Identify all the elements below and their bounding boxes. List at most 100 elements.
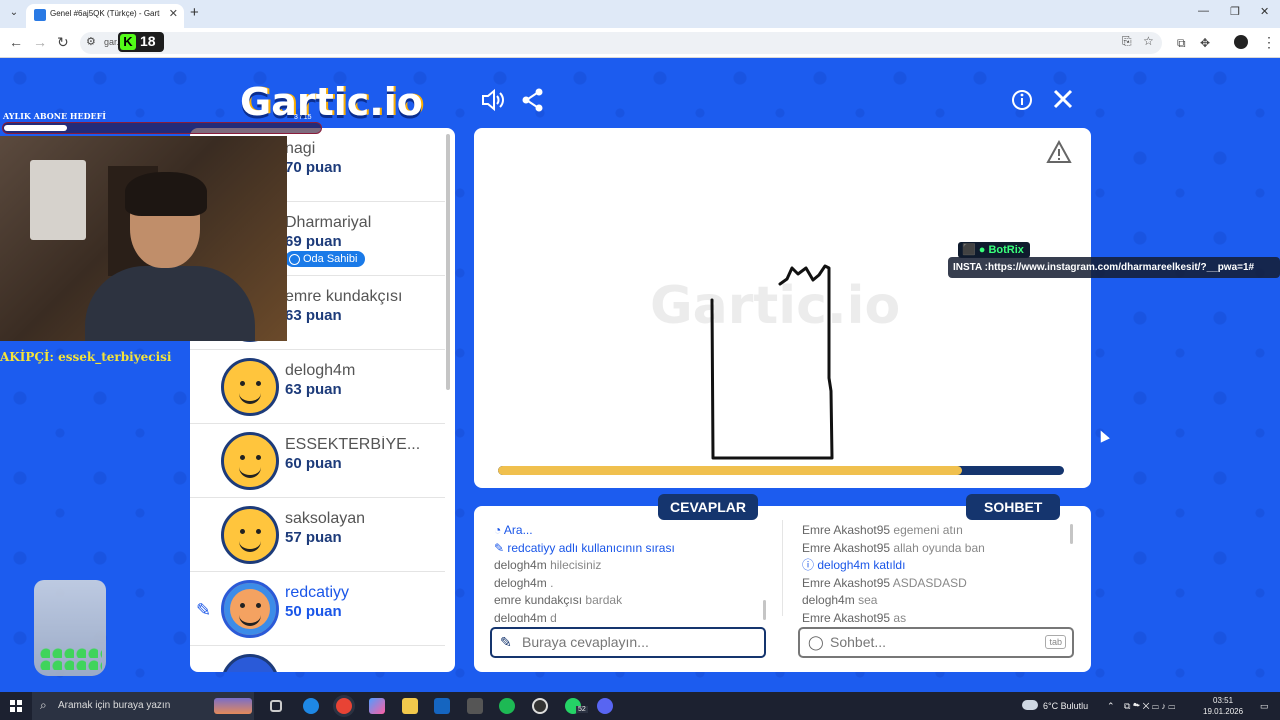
puzzle-icon[interactable]: ✥ (1200, 36, 1210, 50)
search-icon: ⌕ (40, 698, 47, 712)
windows-taskbar: ⌕ Aramak için buraya yazın 52 6°C Bulutl… (0, 692, 1280, 720)
answer-message: emre kundakçısı bardak (494, 593, 623, 607)
browser-tab[interactable]: Genel #6aj5QK (Türkçe) - Gartic ✕ (26, 4, 184, 28)
profile-avatar[interactable] (1234, 35, 1248, 49)
player-drawing (710, 264, 834, 460)
answer-message: ✎ redcatiyy adlı kullanıcının sırası (494, 540, 675, 555)
file-explorer-icon[interactable] (402, 698, 418, 714)
player-score: 70 puan (285, 159, 342, 176)
forward-icon[interactable]: → (33, 34, 47, 50)
player-avatar (221, 432, 279, 490)
player-avatar (221, 580, 279, 638)
site-info-icon[interactable]: ⚙ (86, 35, 96, 48)
player-name: delogh4m (285, 362, 356, 379)
panel-divider (782, 520, 783, 616)
player-name: nagi (285, 140, 316, 157)
player-row[interactable] (190, 646, 445, 672)
new-tab-icon[interactable]: + (190, 4, 199, 21)
answer-message: delogh4m . (494, 575, 554, 590)
info-icon[interactable] (1011, 89, 1033, 111)
player-name: emre kundakçısı (285, 288, 403, 305)
chrome-icon[interactable] (336, 698, 352, 714)
tab-chat[interactable]: SOHBET (966, 494, 1061, 520)
sub-goal-fill (4, 125, 68, 131)
chat-message: Emre Akashot95 egemeni atın (802, 523, 963, 537)
sub-goal-count: 3 / 15 (294, 114, 312, 121)
chat-input[interactable] (830, 634, 1030, 650)
restore-icon[interactable]: ❐ (1230, 5, 1240, 18)
bookmark-star-icon[interactable]: ☆ (1143, 34, 1154, 48)
answers-scrollbar[interactable] (763, 600, 766, 620)
tab-key-hint: tab (1045, 635, 1066, 649)
tab-close-icon[interactable]: ✕ (169, 7, 178, 20)
weather-cloud-icon (1022, 700, 1038, 710)
webcam-streamer (85, 172, 255, 341)
task-view-icon[interactable] (270, 700, 282, 712)
share-icon[interactable] (522, 88, 544, 112)
answer-message: delogh4m d (494, 610, 557, 623)
chat-message: delogh4m sea (802, 593, 878, 607)
answer-input[interactable] (522, 634, 722, 650)
browser-toolbar: ← → ↻ ⚙ gar...5QK ⧉ ✥ ⋮ (0, 28, 1280, 58)
player-row[interactable]: delogh4m 63 puan (190, 350, 445, 424)
tray-icons[interactable]: ⧉ ☁ ✕ ▭ ♪ ▭ (1124, 701, 1175, 712)
sub-goal-bar (2, 122, 322, 134)
discord-icon[interactable] (597, 698, 613, 714)
more-menu-icon[interactable]: ⋮ (1262, 34, 1276, 51)
drawing-canvas[interactable]: Gartic.io (474, 128, 1091, 488)
copilot-icon[interactable] (369, 698, 385, 714)
install-icon[interactable]: ⎘ (1122, 34, 1132, 49)
outlook-icon[interactable] (434, 698, 450, 714)
chat-input-box[interactable]: ◯ tab (798, 627, 1074, 658)
player-row-current-drawer[interactable]: ✎ redcatiyy 50 puan (190, 572, 445, 646)
reload-icon[interactable]: ↻ (57, 34, 69, 51)
tray-arrow-icon[interactable]: ⌃ (1107, 701, 1115, 712)
player-score: 60 puan (285, 455, 342, 472)
obs-icon[interactable] (532, 698, 548, 714)
botrix-badge: ⬛ ● BotRix (958, 242, 1030, 258)
spotify-icon[interactable] (499, 698, 515, 714)
taskbar-clock[interactable]: 03:51 19.01.2026 (1203, 695, 1243, 717)
player-row[interactable]: saksolayan 57 puan (190, 498, 445, 572)
windows-start-icon[interactable] (10, 700, 22, 712)
drawing-pencil-icon: ✎ (196, 600, 212, 620)
kick-viewer-badge: K 18 (118, 32, 164, 52)
edge-icon[interactable] (303, 698, 319, 714)
player-score: 50 puan (285, 603, 342, 620)
player-name: Dharmariyal (285, 214, 372, 231)
gartic-logo: Gartic.io (240, 80, 423, 124)
notifications-icon[interactable]: ▭ (1260, 701, 1269, 712)
chat-list: Emre Akashot95 egemeni atın Emre Akashot… (802, 522, 1067, 622)
player-name: ESSEKTERBİYE... (285, 436, 421, 453)
player-name: redcatiyy (285, 584, 350, 601)
taskbar-search-placeholder: Aramak için buraya yazın (58, 700, 171, 711)
search-highlight-icon[interactable] (214, 698, 252, 714)
window-close-icon[interactable]: ✕ (1260, 5, 1269, 18)
tab-search-icon[interactable]: ⌄ (6, 5, 22, 21)
sound-icon[interactable] (480, 88, 506, 112)
tab-answers[interactable]: CEVAPLAR (658, 494, 758, 520)
answers-list: ◔ Ara... ✎ redcatiyy adlı kullanıcının s… (494, 522, 764, 622)
store-icon[interactable] (467, 698, 483, 714)
room-owner-badge: Oda Sahibi (285, 251, 366, 267)
gartic-favicon-icon (34, 9, 46, 21)
minimize-icon[interactable]: — (1198, 5, 1209, 17)
tab-title: Genel #6aj5QK (Türkçe) - Gartic (50, 9, 160, 18)
back-icon[interactable]: ← (9, 34, 23, 50)
chat-scrollbar[interactable] (1070, 524, 1073, 544)
player-avatar (221, 506, 279, 564)
time: 03:51 (1213, 696, 1234, 705)
answer-input-box[interactable]: ✎ (490, 627, 766, 658)
player-list-scrollbar[interactable] (446, 134, 450, 390)
address-bar[interactable]: ⚙ gar...5QK (80, 32, 1162, 54)
close-game-icon[interactable] (1052, 88, 1074, 110)
player-row[interactable]: ESSEKTERBİYE... 60 puan (190, 424, 445, 498)
clover-icons (38, 646, 102, 672)
browser-tab-strip: ⌄ Genel #6aj5QK (Türkçe) - Gartic ✕ + — … (0, 0, 1280, 28)
round-timer-fill (498, 466, 963, 475)
answer-message: ◔ Ara... (494, 523, 533, 537)
player-name: saksolayan (285, 510, 366, 527)
date: 19.01.2026 (1203, 707, 1244, 716)
weather-text: 6°C Bulutlu (1043, 701, 1089, 711)
extensions-icon[interactable]: ⧉ (1177, 36, 1186, 51)
